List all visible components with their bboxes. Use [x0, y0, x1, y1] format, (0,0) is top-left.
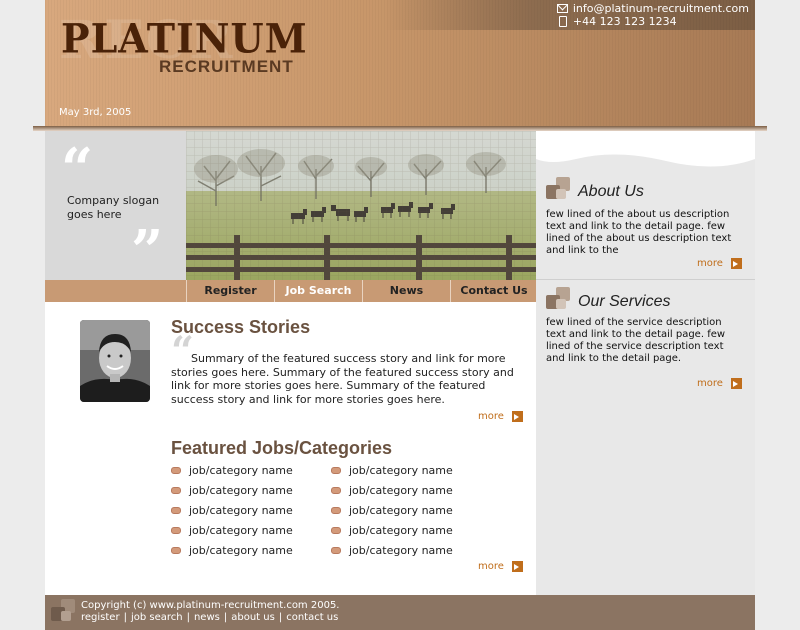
phone-icon	[558, 16, 567, 27]
job-label: job/category name	[189, 524, 293, 537]
about-more-link[interactable]: more	[697, 258, 742, 269]
job-label: job/category name	[189, 504, 293, 517]
job-label: job/category name	[349, 464, 453, 477]
more-label: more	[697, 258, 723, 269]
bullet-icon	[331, 487, 341, 494]
bullet-icon	[171, 467, 181, 474]
footer: Copyright (c) www.platinum-recruitment.c…	[45, 595, 755, 630]
page: RECR PLATINUM RECRUITMENT May 3rd, 2005 …	[33, 0, 767, 630]
footer-link-news[interactable]: news	[194, 612, 220, 623]
separator: |	[223, 612, 228, 623]
separator: |	[186, 612, 190, 623]
nav-register[interactable]: Register	[186, 280, 274, 302]
header-photo	[186, 131, 536, 280]
job-label: job/category name	[349, 484, 453, 497]
job-label: job/category name	[189, 544, 293, 557]
header: RECR PLATINUM RECRUITMENT May 3rd, 2005 …	[45, 0, 755, 128]
bullet-icon	[331, 467, 341, 474]
job-item[interactable]: job/category name	[331, 544, 453, 557]
our-services-text: few lined of the service description tex…	[546, 317, 726, 364]
job-label: job/category name	[189, 484, 293, 497]
success-more-link[interactable]: more	[478, 411, 523, 422]
arrow-right-icon	[511, 411, 523, 422]
job-label: job/category name	[189, 464, 293, 477]
bullet-icon	[331, 527, 341, 534]
phone-number: +44 123 123 1234	[572, 15, 677, 28]
jobs-more-link[interactable]: more	[478, 561, 523, 572]
logo-recruitment[interactable]: RECRUITMENT	[159, 57, 294, 77]
more-label: more	[478, 561, 504, 572]
more-label: more	[478, 411, 504, 422]
squares-icon	[51, 599, 75, 621]
squares-icon	[546, 177, 570, 199]
footer-link-about-us[interactable]: about us	[231, 612, 275, 623]
job-item[interactable]: job/category name	[331, 524, 453, 537]
nav-news[interactable]: News	[362, 280, 450, 302]
bullet-icon	[331, 507, 341, 514]
job-item[interactable]: job/category name	[331, 484, 453, 497]
arrow-right-icon	[730, 258, 742, 269]
slogan-box: “ Company slogan goes here ”	[45, 131, 186, 280]
our-services-title: Our Services	[578, 293, 671, 310]
footer-link-job-search[interactable]: job search	[131, 612, 183, 623]
about-us-title: About Us	[578, 183, 644, 200]
logo-platinum[interactable]: PLATINUM	[61, 15, 308, 62]
job-item[interactable]: job/category name	[171, 464, 293, 477]
sidebar-curve	[536, 131, 755, 167]
email-row: info@platinum-recruitment.com	[556, 2, 749, 15]
success-story-text: Summary of the featured success story an…	[171, 352, 514, 406]
phone-row: +44 123 123 1234	[557, 15, 749, 28]
main-nav: Register Job Search News Contact Us	[45, 280, 536, 302]
arrow-right-icon	[511, 561, 523, 572]
bullet-icon	[331, 547, 341, 554]
footer-link-contact-us[interactable]: contact us	[286, 612, 338, 623]
job-item[interactable]: job/category name	[171, 504, 293, 517]
more-label: more	[697, 378, 723, 389]
about-us-text: few lined of the about us description te…	[546, 209, 732, 256]
nav-job-search[interactable]: Job Search	[274, 280, 362, 302]
footer-link-register[interactable]: register	[81, 612, 120, 623]
open-quote-icon: “	[61, 136, 94, 202]
bullet-icon	[171, 527, 181, 534]
bullet-icon	[171, 487, 181, 494]
separator: |	[123, 612, 127, 623]
separator: |	[278, 612, 283, 623]
sidebar-divider	[536, 279, 755, 280]
job-item[interactable]: job/category name	[171, 524, 293, 537]
envelope-icon	[556, 4, 568, 13]
job-item[interactable]: job/category name	[171, 484, 293, 497]
footer-links: register | job search | news | about us | co…	[81, 612, 338, 623]
arrow-right-icon	[730, 378, 742, 389]
squares-icon	[546, 287, 570, 309]
job-label: job/category name	[349, 504, 453, 517]
footer-copyright: Copyright (c) www.platinum-recruitment.c…	[81, 600, 340, 611]
email-link[interactable]: info@platinum-recruitment.com	[573, 2, 749, 15]
job-label: job/category name	[349, 524, 453, 537]
nav-contact-us[interactable]: Contact Us	[450, 280, 537, 302]
job-label: job/category name	[349, 544, 453, 557]
sidebar: About Us few lined of the about us descr…	[536, 131, 755, 595]
close-quote-icon: ”	[131, 218, 164, 284]
services-more-link[interactable]: more	[697, 378, 742, 389]
header-date: May 3rd, 2005	[59, 107, 132, 118]
success-story-photo	[80, 320, 150, 402]
contact-info: info@platinum-recruitment.com +44 123 12…	[556, 2, 749, 28]
bullet-icon	[171, 547, 181, 554]
bullet-icon	[171, 507, 181, 514]
job-item[interactable]: job/category name	[331, 464, 453, 477]
featured-jobs-title: Featured Jobs/Categories	[171, 438, 393, 458]
job-item[interactable]: job/category name	[331, 504, 453, 517]
job-item[interactable]: job/category name	[171, 544, 293, 557]
